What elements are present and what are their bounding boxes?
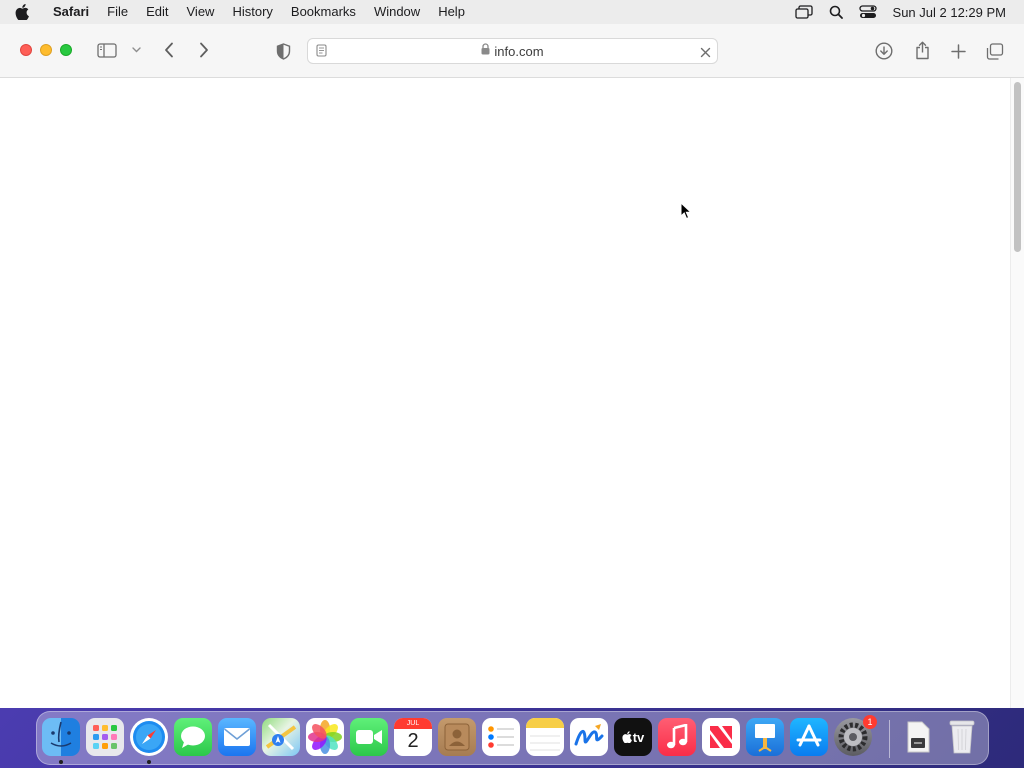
new-tab-plus-icon[interactable] bbox=[948, 41, 968, 61]
window-minimize-button[interactable] bbox=[40, 44, 52, 56]
dock-launchpad-icon[interactable] bbox=[86, 718, 124, 756]
dock-tv-icon[interactable]: tv bbox=[614, 718, 652, 756]
dock-downloads-stack-icon[interactable] bbox=[899, 718, 937, 756]
dock-facetime-icon[interactable] bbox=[350, 718, 388, 756]
calendar-day: 2 bbox=[407, 730, 419, 752]
forward-chevron-icon[interactable] bbox=[195, 41, 213, 59]
dock-mail-icon[interactable] bbox=[218, 718, 256, 756]
dock-news-icon[interactable] bbox=[702, 718, 740, 756]
vertical-scrollbar[interactable] bbox=[1010, 78, 1024, 708]
dock-reminders-icon[interactable] bbox=[482, 718, 520, 756]
back-chevron-icon[interactable] bbox=[160, 41, 178, 59]
menu-view[interactable]: View bbox=[178, 0, 224, 24]
web-content-area[interactable] bbox=[0, 78, 1024, 708]
tab-group-chevron-down-icon[interactable] bbox=[130, 44, 142, 56]
apple-menu-icon[interactable] bbox=[0, 4, 44, 20]
safari-window: info.com bbox=[0, 24, 1024, 708]
calendar-month: JUL bbox=[394, 718, 432, 729]
dock-safari-icon[interactable] bbox=[130, 718, 168, 756]
mouse-pointer-icon bbox=[680, 201, 693, 225]
dock-finder-icon[interactable] bbox=[42, 718, 80, 756]
menu-window[interactable]: Window bbox=[365, 0, 429, 24]
share-icon[interactable] bbox=[912, 39, 932, 61]
menu-history[interactable]: History bbox=[223, 0, 281, 24]
dock-freeform-icon[interactable] bbox=[570, 718, 608, 756]
browser-toolbar: info.com bbox=[0, 24, 1024, 78]
dock-app-store-icon[interactable] bbox=[790, 718, 828, 756]
menu-bookmarks[interactable]: Bookmarks bbox=[282, 0, 365, 24]
dock-photos-icon[interactable] bbox=[306, 718, 344, 756]
menu-file[interactable]: File bbox=[98, 0, 137, 24]
tab-overview-icon[interactable] bbox=[985, 41, 1005, 61]
settings-notification-badge: 1 bbox=[863, 715, 877, 729]
sidebar-toggle-icon[interactable] bbox=[96, 41, 118, 59]
dock-notes-icon[interactable] bbox=[526, 718, 564, 756]
menu-clock[interactable]: Sun Jul 2 12:29 PM bbox=[885, 5, 1024, 20]
address-bar[interactable]: info.com bbox=[307, 38, 718, 64]
dock-running-indicator bbox=[147, 760, 151, 764]
window-close-button[interactable] bbox=[20, 44, 32, 56]
dock-messages-icon[interactable] bbox=[174, 718, 212, 756]
stop-loading-close-icon[interactable] bbox=[700, 45, 711, 63]
menu-edit[interactable]: Edit bbox=[137, 0, 177, 24]
url-text: info.com bbox=[494, 43, 544, 59]
scrollbar-thumb[interactable] bbox=[1014, 82, 1021, 252]
dock-calendar-icon[interactable]: JUL 2 bbox=[394, 718, 432, 756]
lock-icon bbox=[481, 42, 490, 60]
menu-help[interactable]: Help bbox=[429, 0, 474, 24]
privacy-shield-icon[interactable] bbox=[273, 41, 293, 61]
tv-label: tv bbox=[632, 729, 645, 745]
window-maximize-button[interactable] bbox=[60, 44, 72, 56]
dock-trash-icon[interactable] bbox=[943, 718, 981, 756]
spotlight-search-icon[interactable] bbox=[821, 0, 851, 24]
menu-app-safari[interactable]: Safari bbox=[44, 0, 98, 24]
dock-music-icon[interactable] bbox=[658, 718, 696, 756]
screen-mirroring-icon[interactable] bbox=[787, 0, 821, 24]
dock-separator bbox=[889, 720, 890, 758]
dock-maps-icon[interactable] bbox=[262, 718, 300, 756]
control-center-icon[interactable] bbox=[851, 0, 885, 24]
dock: JUL 2 tv 1 bbox=[36, 711, 989, 765]
dock-keynote-icon[interactable] bbox=[746, 718, 784, 756]
dock-running-indicator bbox=[59, 760, 63, 764]
downloads-icon[interactable] bbox=[874, 41, 894, 61]
menu-bar: Safari File Edit View History Bookmarks … bbox=[0, 0, 1024, 24]
page-reader-icon[interactable] bbox=[316, 44, 327, 62]
dock-contacts-icon[interactable] bbox=[438, 718, 476, 756]
